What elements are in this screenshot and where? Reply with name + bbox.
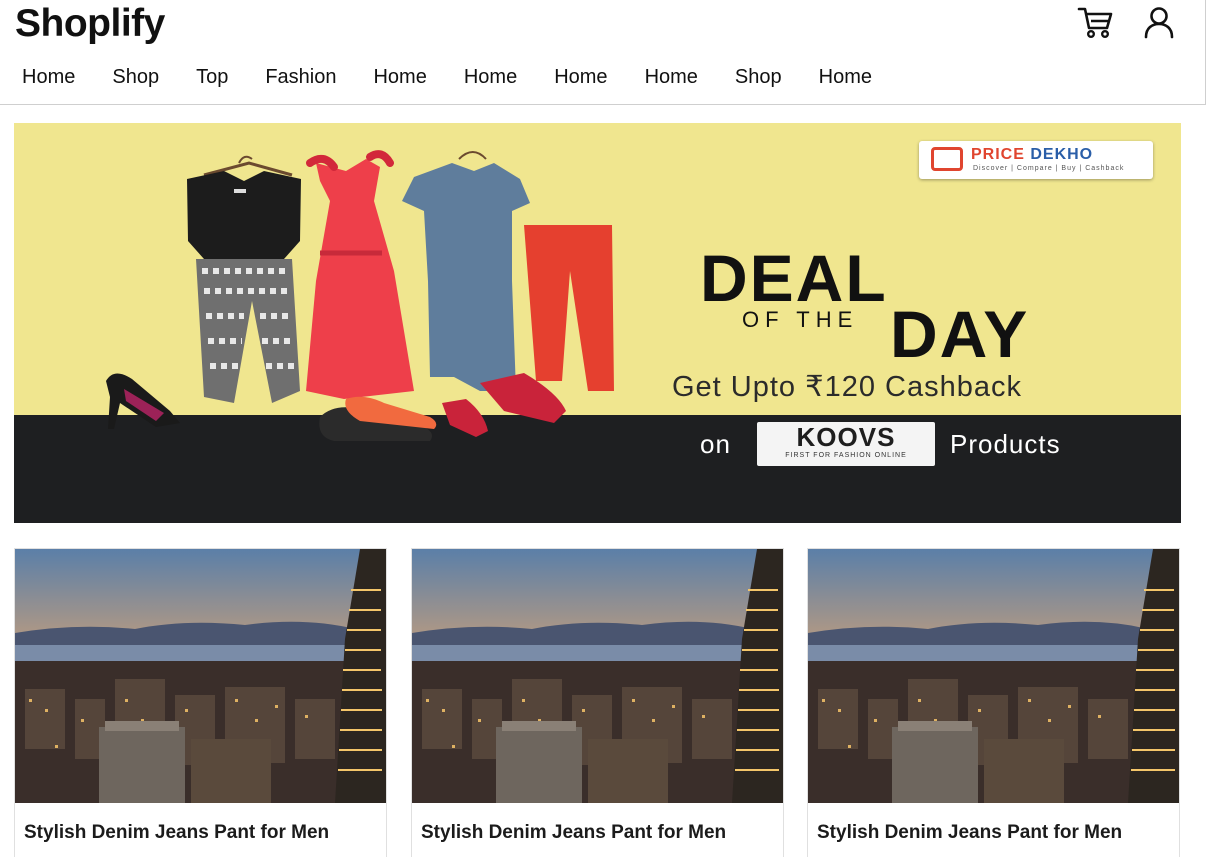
product-image[interactable] bbox=[808, 549, 1180, 803]
pricedekho-logo[interactable]: PRICE DEKHO Discover | Compare | Buy | C… bbox=[919, 141, 1153, 179]
headline-day: DAY bbox=[890, 297, 1030, 371]
pricedekho-tagline: Discover | Compare | Buy | Cashback bbox=[973, 165, 1125, 172]
headline-deal: DEAL bbox=[700, 241, 888, 315]
koovs-logo-name: KOOVS bbox=[796, 422, 896, 452]
product-card[interactable]: Stylish Denim Jeans Pant for Men bbox=[14, 548, 387, 857]
product-image[interactable] bbox=[15, 549, 387, 803]
product-card[interactable]: Stylish Denim Jeans Pant for Men bbox=[807, 548, 1180, 857]
cart-icon[interactable] bbox=[1077, 4, 1113, 40]
main-nav: Home Shop Top Fashion Home Home Home Hom… bbox=[22, 66, 909, 89]
product-image[interactable] bbox=[412, 549, 784, 803]
user-icon[interactable] bbox=[1141, 4, 1177, 40]
pricedekho-logo-text: PRICE DEKHO bbox=[971, 146, 1094, 163]
nav-link-top[interactable]: Top bbox=[196, 66, 228, 89]
nav-link-home[interactable]: Home bbox=[464, 66, 517, 89]
product-title[interactable]: Stylish Denim Jeans Pant for Men bbox=[24, 822, 329, 844]
nav-link-home[interactable]: Home bbox=[373, 66, 426, 89]
on-label: on bbox=[700, 429, 731, 459]
koovs-tagline: FIRST FOR FASHION ONLINE bbox=[785, 452, 907, 459]
nav-link-fashion[interactable]: Fashion bbox=[265, 66, 336, 89]
site-header: Shoplify Home Shop Top Fashion Home Home… bbox=[0, 0, 1206, 105]
headline-of-the: OF THE bbox=[742, 307, 859, 332]
cashback-offer: Get Upto ₹120 Cashback bbox=[672, 371, 1022, 403]
product-card[interactable]: Stylish Denim Jeans Pant for Men bbox=[411, 548, 784, 857]
nav-link-home[interactable]: Home bbox=[645, 66, 698, 89]
brand-logo[interactable]: Shoplify bbox=[15, 2, 165, 46]
product-title[interactable]: Stylish Denim Jeans Pant for Men bbox=[817, 822, 1122, 844]
nav-link-shop[interactable]: Shop bbox=[112, 66, 159, 89]
promo-banner[interactable]: PRICE DEKHO Discover | Compare | Buy | C… bbox=[14, 123, 1181, 523]
pricedekho-icon bbox=[931, 147, 963, 171]
koovs-logo[interactable]: KOOVS FIRST FOR FASHION ONLINE bbox=[757, 422, 935, 466]
header-actions bbox=[1077, 4, 1177, 40]
clothing-illustration bbox=[106, 150, 614, 441]
nav-link-home[interactable]: Home bbox=[22, 66, 75, 89]
products-label: Products bbox=[950, 429, 1061, 459]
nav-link-home[interactable]: Home bbox=[819, 66, 872, 89]
product-title[interactable]: Stylish Denim Jeans Pant for Men bbox=[421, 822, 726, 844]
nav-link-home[interactable]: Home bbox=[554, 66, 607, 89]
nav-link-shop[interactable]: Shop bbox=[735, 66, 782, 89]
